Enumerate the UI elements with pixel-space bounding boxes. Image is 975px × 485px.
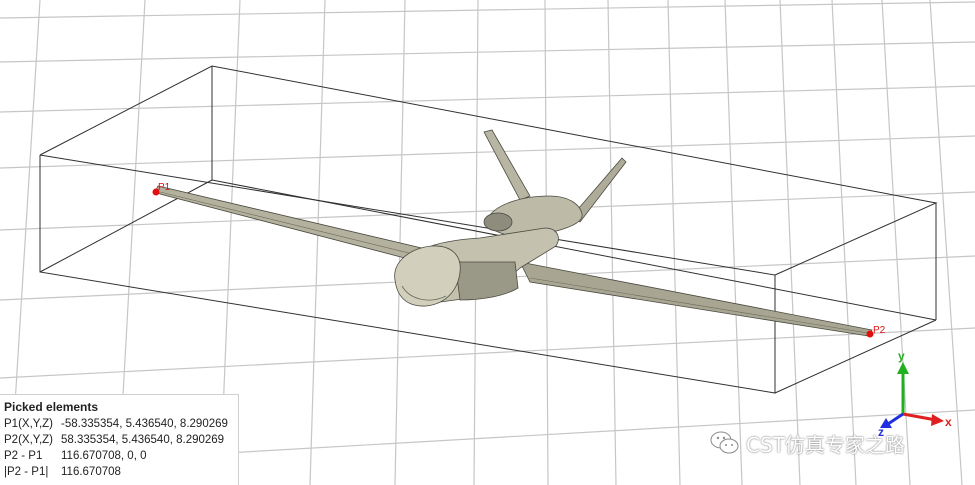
picked-row-value: 58.335354, 5.436540, 8.290269 xyxy=(61,434,225,446)
left-tail-fin xyxy=(483,129,531,201)
point-p1-label: P1 xyxy=(158,182,171,193)
left-wing xyxy=(155,185,431,263)
axis-x-label: x xyxy=(945,415,952,429)
uav-model[interactable] xyxy=(155,129,873,337)
watermark: CST仿真专家之路 xyxy=(710,428,905,458)
picked-row: P2 - P1 116.670708, 0, 0 xyxy=(4,449,146,464)
picked-elements-title: Picked elements xyxy=(4,400,99,414)
3d-viewport[interactable]: P1 P2 y x z Picked elements P1(X,Y,Z) -58… xyxy=(0,0,975,485)
picked-elements-panel: Picked elements P1(X,Y,Z) -58.335354, 5.4… xyxy=(0,394,239,485)
axis-y-label: y xyxy=(898,349,905,363)
picked-row-value: 116.670708, 0, 0 xyxy=(61,450,147,462)
axes-triad: y x z xyxy=(878,349,952,439)
picked-point-p2[interactable]: P2 xyxy=(866,325,886,338)
picked-row-value: 116.670708 xyxy=(61,466,121,478)
picked-row-key: P2(X,Y,Z) xyxy=(4,434,53,446)
bounding-box xyxy=(39,65,938,394)
engine-intake xyxy=(483,212,513,232)
picked-row-value: -58.335354, 5.436540, 8.290269 xyxy=(61,418,228,430)
picked-row-key: P2 - P1 xyxy=(4,450,43,462)
watermark-text: CST仿真专家之路 xyxy=(746,432,905,457)
picked-row-key: P1(X,Y,Z) xyxy=(4,418,53,430)
picked-row: |P2 - P1| 116.670708 xyxy=(4,465,121,480)
picked-row: P2(X,Y,Z) 58.335354, 5.436540, 8.290269 xyxy=(4,433,224,448)
picked-row: P1(X,Y,Z) -58.335354, 5.436540, 8.290269 xyxy=(4,417,228,432)
picked-row-key: |P2 - P1| xyxy=(4,466,49,478)
wechat-icon xyxy=(710,431,739,454)
point-p2-label: P2 xyxy=(873,325,886,336)
fuselage-underside xyxy=(454,261,519,301)
